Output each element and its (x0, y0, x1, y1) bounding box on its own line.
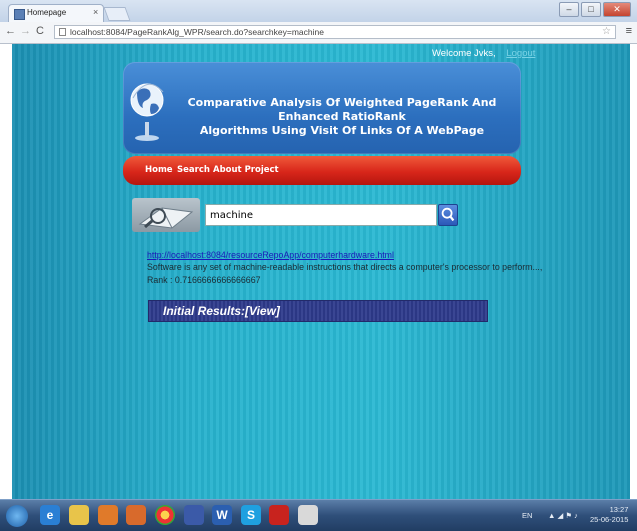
initial-results-bar[interactable]: Initial Results:[View] (148, 300, 488, 322)
page-favicon-icon (14, 9, 25, 20)
settings-app-icon[interactable] (126, 505, 146, 525)
browser-menu-icon[interactable]: ≡ (626, 25, 632, 37)
clock-date: 25-06-2015 (590, 515, 629, 524)
clock[interactable]: 13:27 25-06-2015 (590, 505, 628, 525)
tray-icons[interactable]: ▲ ◢ ⚑ ♪ (548, 511, 578, 521)
banner-title: Comparative Analysis Of Weighted PageRan… (169, 96, 515, 138)
web-page: Welcome Jvks, Logout Comparative Analysi… (12, 44, 630, 499)
result-link[interactable]: http://localhost:8084/resourceRepoApp/co… (147, 250, 394, 260)
word-app-icon[interactable]: W (212, 505, 232, 525)
url-text[interactable]: localhost:8084/PageRankAlg_WPR/search.do… (70, 27, 324, 37)
vpn-shield-icon[interactable] (184, 505, 204, 525)
start-button-icon[interactable] (6, 505, 28, 527)
logout-link[interactable]: Logout (506, 48, 535, 59)
windows-taskbar: e W S EN ▲ ◢ ⚑ ♪ 13:27 25-06-2015 (0, 499, 637, 531)
globe-logo-icon (130, 83, 164, 141)
internet-explorer-icon[interactable]: e (40, 505, 60, 525)
nav-item-about-project[interactable]: About Project (213, 165, 279, 175)
page-icon (59, 28, 66, 36)
reload-icon[interactable]: C (36, 25, 44, 37)
result-description: Software is any set of machine-readable … (147, 262, 543, 272)
back-arrow-icon[interactable]: ← (5, 25, 16, 37)
welcome-area: Welcome Jvks, Logout (432, 48, 535, 59)
paint-app-icon[interactable] (298, 505, 318, 525)
minimize-button[interactable]: – (559, 2, 579, 17)
pdf-reader-icon[interactable] (269, 505, 289, 525)
book-magnifier-icon (132, 198, 200, 232)
clock-time: 13:27 (609, 505, 629, 514)
media-player-icon[interactable] (98, 505, 118, 525)
initial-results-label[interactable]: Initial Results:[View] (163, 304, 280, 318)
forward-arrow-icon[interactable]: → (20, 25, 31, 37)
main-nav: Home Search About Project (123, 156, 521, 185)
search-icon (441, 207, 455, 222)
browser-toolbar: ← → C localhost:8084/PageRankAlg_WPR/sea… (0, 22, 637, 44)
address-bar[interactable]: localhost:8084/PageRankAlg_WPR/search.do… (54, 25, 616, 39)
skype-icon[interactable]: S (241, 505, 261, 525)
nav-item-home[interactable]: Home (145, 165, 173, 175)
maximize-button[interactable]: □ (581, 2, 601, 17)
banner-title-line1: Comparative Analysis Of Weighted PageRan… (187, 96, 497, 123)
browser-tab[interactable]: Homepage × (8, 4, 104, 22)
site-banner: Comparative Analysis Of Weighted PageRan… (123, 62, 521, 154)
welcome-text: Welcome Jvks, (432, 48, 496, 59)
tab-close-icon[interactable]: × (93, 7, 98, 17)
close-window-button[interactable]: ✕ (603, 2, 631, 17)
bookmark-star-icon[interactable]: ☆ (602, 26, 611, 37)
chrome-browser-icon[interactable] (155, 505, 175, 525)
browser-tab-bar: Homepage × – □ ✕ (0, 0, 637, 22)
new-tab-button[interactable] (103, 7, 131, 21)
result-rank: Rank : 0.7166666666666667 (147, 275, 261, 285)
banner-title-line2: Algorithms Using Visit Of Links Of A Web… (199, 124, 485, 137)
tab-title: Homepage (27, 8, 67, 17)
file-explorer-icon[interactable] (69, 505, 89, 525)
nav-item-search[interactable]: Search (177, 165, 210, 175)
window-controls: – □ ✕ (559, 2, 631, 17)
search-button[interactable] (438, 204, 458, 226)
language-indicator[interactable]: EN (522, 511, 532, 521)
search-input[interactable] (205, 204, 437, 226)
